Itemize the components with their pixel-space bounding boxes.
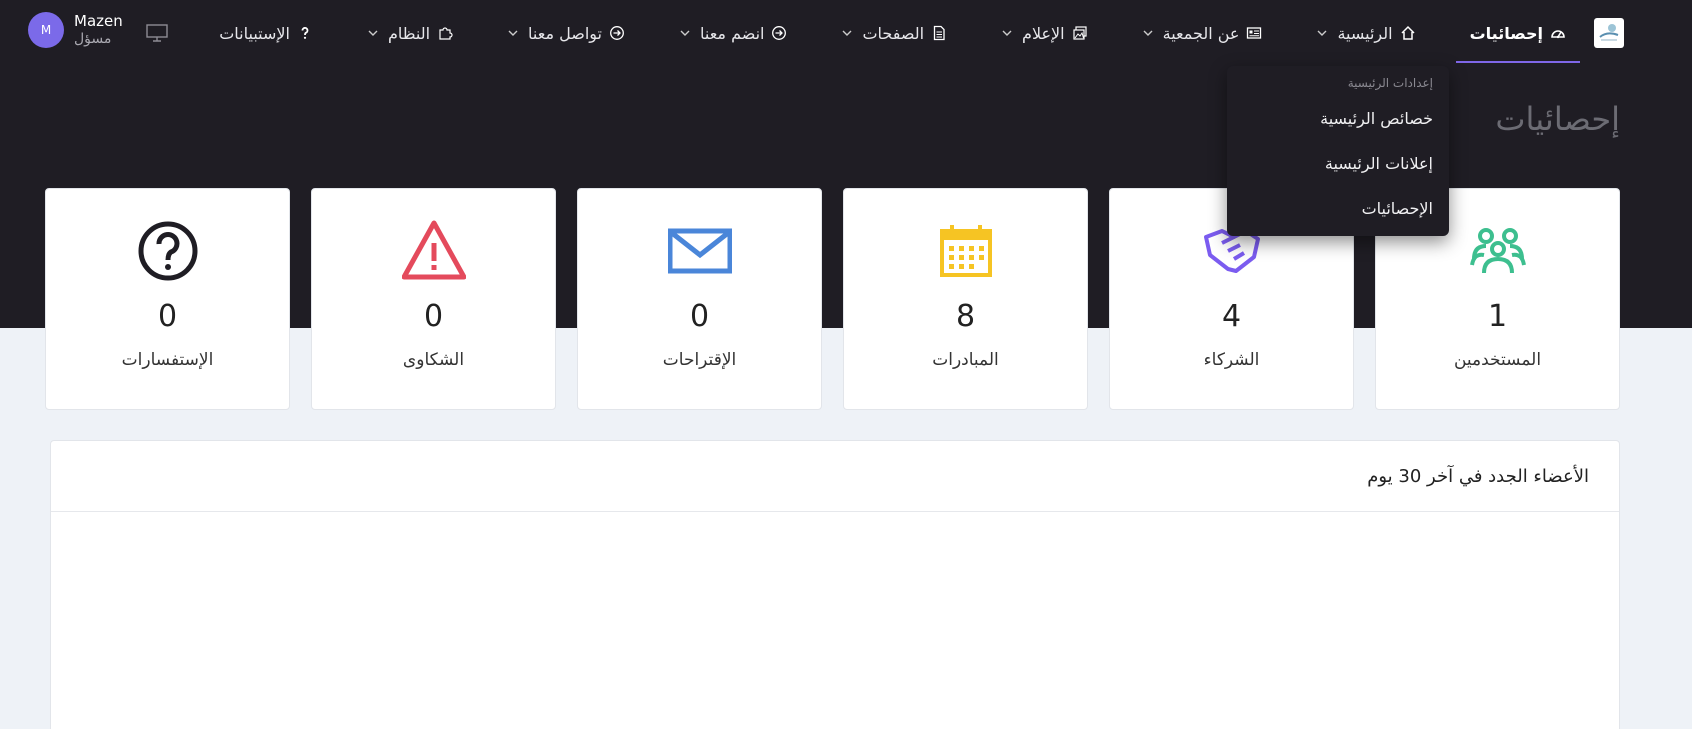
stat-label: الشكاوى (402, 350, 465, 370)
user-role: مسؤل (74, 31, 112, 47)
logo-mark-icon (1599, 24, 1619, 41)
envelope-icon (667, 219, 732, 283)
nav-item-label: الرئيسية (1337, 23, 1393, 43)
nav-item-label: تواصل معنا (528, 23, 602, 43)
chevron-down-icon (367, 27, 379, 39)
dropdown-item-home-features[interactable]: خصائص الرئيسية (1227, 96, 1449, 141)
nav-item-surveys[interactable]: الإستبيانات (205, 0, 327, 66)
site-logo[interactable] (1594, 18, 1624, 48)
stat-card-complaints: 0 الشكاوى (311, 188, 556, 410)
stat-label: الإقتراحات (662, 350, 737, 370)
chevron-down-icon (507, 27, 519, 39)
panel-title: الأعضاء الجدد في آخر 30 يوم (51, 441, 1619, 512)
stat-label: المستخدمين (1453, 350, 1542, 370)
main-nav: إحصائيات الرئيسية عن الجمعية الإعلام الص… (179, 0, 1581, 66)
nav-item-label: عن الجمعية (1162, 23, 1240, 43)
stat-value: 4 (1221, 299, 1242, 334)
stat-card-suggestions: 0 الإقتراحات (577, 188, 822, 410)
id-card-icon (1246, 25, 1262, 41)
dropdown-item-home-ads[interactable]: إعلانات الرئيسية (1227, 141, 1449, 186)
page-title: إحصائيات (1495, 100, 1620, 138)
question-circle-icon (136, 219, 200, 283)
chevron-down-icon (1001, 27, 1013, 39)
home-dropdown-menu: إعدادات الرئيسية خصائص الرئيسية إعلانات … (1227, 66, 1449, 236)
nav-item-join-us[interactable]: انضم معنا (665, 0, 802, 66)
monitor-icon[interactable] (145, 23, 169, 43)
nav-item-label: انضم معنا (699, 23, 765, 43)
stat-label: الإستفسارات (121, 350, 214, 370)
new-members-panel: الأعضاء الجدد في آخر 30 يوم (50, 440, 1620, 729)
stat-value: 0 (423, 299, 444, 334)
stat-value: 8 (955, 299, 976, 334)
stat-value: 1 (1487, 299, 1508, 334)
home-icon (1400, 25, 1416, 41)
puzzle-icon (437, 25, 453, 41)
avatar[interactable]: M (28, 12, 64, 48)
nav-item-system[interactable]: النظام (353, 0, 467, 66)
top-navbar: إحصائيات الرئيسية عن الجمعية الإعلام الص… (0, 0, 1692, 66)
nav-item-pages[interactable]: الصفحات (827, 0, 961, 66)
question-icon (297, 25, 313, 41)
stat-value: 0 (689, 299, 710, 334)
stat-value: 0 (157, 299, 178, 334)
stat-label: المبادرات (932, 350, 999, 370)
user-info: Mazen مسؤل (74, 12, 123, 48)
document-icon (931, 25, 947, 41)
nav-item-label: إحصائيات (1469, 23, 1543, 43)
images-icon (1072, 25, 1088, 41)
dashboard-icon (1550, 25, 1566, 41)
nav-item-label: الإستبيانات (219, 23, 290, 43)
nav-item-label: النظام (387, 23, 431, 43)
warning-icon (401, 219, 466, 283)
nav-item-media[interactable]: الإعلام (987, 0, 1102, 66)
calendar-icon (934, 219, 998, 283)
stat-card-initiatives: 8 المبادرات (843, 188, 1088, 410)
stat-card-inquiries: 0 الإستفسارات (45, 188, 290, 410)
chevron-down-icon (841, 27, 853, 39)
nav-item-label: الصفحات (862, 23, 925, 43)
chevron-down-icon (1316, 27, 1328, 39)
users-icon (1466, 219, 1530, 283)
nav-item-about[interactable]: عن الجمعية (1128, 0, 1277, 66)
chevron-down-icon (1142, 27, 1154, 39)
nav-item-home[interactable]: الرئيسية (1302, 0, 1429, 66)
nav-item-label: الإعلام (1022, 23, 1065, 43)
nav-item-statistics[interactable]: إحصائيات (1455, 0, 1581, 66)
dropdown-header: إعدادات الرئيسية (1347, 76, 1433, 90)
dropdown-item-statistics[interactable]: الإحصائيات (1227, 186, 1449, 231)
stat-label: الشركاء (1203, 350, 1260, 370)
arrow-circle-icon (771, 25, 787, 41)
nav-item-contact-us[interactable]: تواصل معنا (493, 0, 639, 66)
user-menu[interactable]: M Mazen مسؤل (28, 12, 123, 48)
arrow-circle-icon (609, 25, 625, 41)
user-name: Mazen (74, 12, 123, 30)
chevron-down-icon (679, 27, 691, 39)
